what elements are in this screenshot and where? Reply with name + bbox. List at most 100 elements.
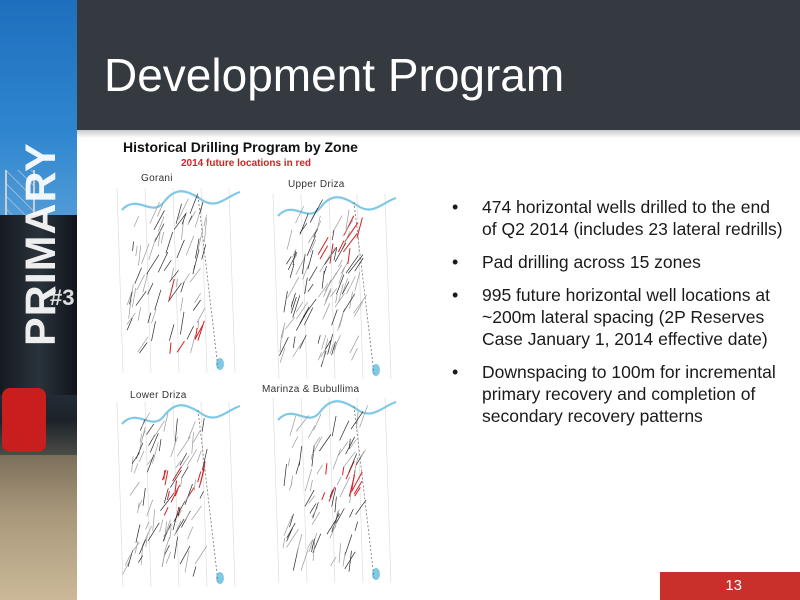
drilled-well-trajectory (160, 231, 165, 244)
drilled-well-trajectory (359, 449, 366, 459)
bullet-list: 474 horizontal wells drilled to the end … (448, 196, 783, 438)
future-well-trajectory (347, 248, 351, 265)
map-upper-driza (258, 194, 398, 379)
header-shadow (77, 130, 800, 138)
drilled-well-trajectory (137, 336, 149, 353)
drilled-well-trajectory (307, 250, 314, 270)
drilled-well-trajectory (158, 439, 162, 452)
panel-label-gorani: Gorani (141, 173, 173, 184)
grid-road (272, 398, 280, 583)
drilled-well-trajectory (280, 322, 286, 338)
future-well-trajectory (317, 236, 329, 255)
drilled-well-trajectory (152, 509, 156, 532)
map-lower-driza (102, 402, 242, 587)
future-well-trajectory (348, 474, 356, 497)
drilled-well-trajectory (165, 551, 172, 564)
drilled-well-trajectory (338, 543, 341, 563)
future-well-trajectory (319, 245, 329, 260)
page-number: 13 (725, 577, 742, 594)
drilled-well-trajectory (338, 441, 349, 456)
drilled-well-trajectory (286, 256, 292, 265)
drilled-well-trajectory (342, 230, 351, 249)
future-well-trajectory (172, 466, 182, 482)
drilled-well-trajectory (331, 309, 338, 326)
drilled-well-trajectory (179, 452, 188, 466)
drilled-well-trajectory (187, 211, 196, 226)
drilled-well-trajectory (344, 551, 356, 570)
bullet-item: Pad drilling across 15 zones (448, 251, 783, 273)
drilled-well-trajectory (359, 405, 368, 428)
grid-road (384, 194, 392, 379)
wellhead-valve-image (2, 388, 46, 452)
drilled-well-trajectory (181, 213, 187, 225)
drilled-well-trajectory (176, 278, 178, 287)
drilled-well-trajectory (307, 425, 316, 439)
well-map-svg (272, 194, 397, 379)
drilled-well-trajectory (339, 476, 351, 498)
drilled-well-trajectory (146, 423, 155, 435)
fault-line (353, 201, 375, 375)
drilled-well-trajectory (339, 420, 350, 441)
drilled-well-trajectory (147, 522, 160, 542)
slide-title: Development Program (104, 49, 565, 101)
well-map-svg (116, 188, 241, 373)
drilled-well-trajectory (199, 491, 204, 499)
drilled-well-trajectory (331, 415, 337, 437)
drilled-well-trajectory (347, 254, 364, 274)
drilled-well-trajectory (139, 427, 146, 450)
drilled-well-trajectory (354, 272, 361, 292)
drilled-well-trajectory (135, 290, 147, 306)
drilled-well-trajectory (348, 453, 358, 474)
drilled-well-trajectory (307, 283, 314, 292)
drilled-well-trajectory (291, 436, 299, 449)
drilled-well-trajectory (151, 309, 157, 324)
drilled-well-trajectory (141, 243, 150, 264)
drilled-well-trajectory (149, 201, 160, 224)
drilled-well-trajectory (146, 499, 154, 517)
drilled-well-trajectory (131, 456, 134, 472)
drilled-well-trajectory (129, 481, 140, 496)
drilled-well-trajectory (316, 464, 323, 475)
panel-label-upper-driza: Upper Driza (288, 179, 345, 190)
drilled-well-trajectory (133, 215, 139, 227)
drilled-well-trajectory (173, 536, 178, 559)
drilled-well-trajectory (290, 475, 294, 487)
drilled-well-trajectory (311, 199, 324, 220)
figure-title: Historical Drilling Program by Zone (123, 139, 358, 155)
drilled-well-trajectory (321, 335, 327, 350)
grid-road (384, 398, 392, 583)
drilled-well-trajectory (286, 229, 293, 250)
drilled-well-trajectory (138, 555, 143, 563)
drilled-well-trajectory (194, 545, 208, 565)
drilled-well-trajectory (330, 288, 338, 297)
drilled-well-trajectory (189, 193, 199, 214)
drilled-well-trajectory (290, 254, 298, 265)
drilled-well-trajectory (330, 556, 337, 566)
page-number-box: 13 (660, 572, 800, 600)
drilled-well-trajectory (189, 268, 201, 283)
drilled-well-trajectory (193, 299, 201, 311)
drilled-well-trajectory (197, 320, 200, 330)
grid-road (116, 402, 124, 587)
drilled-well-trajectory (126, 317, 133, 331)
drilled-well-trajectory (346, 276, 356, 295)
drilled-well-trajectory (342, 220, 354, 237)
grid-road (272, 194, 280, 379)
drilled-well-trajectory (336, 476, 342, 486)
drilled-well-trajectory (154, 289, 162, 311)
bullet-item: 995 future horizontal well locations at … (448, 284, 783, 350)
drilled-well-trajectory (279, 335, 282, 353)
drilled-well-trajectory (344, 534, 353, 557)
bullet-item: 474 horizontal wells drilled to the end … (448, 196, 783, 240)
drilled-well-trajectory (342, 551, 346, 567)
drilled-well-trajectory (295, 415, 309, 432)
drilled-well-trajectory (147, 457, 154, 465)
drilled-well-trajectory (300, 549, 309, 571)
drilled-well-trajectory (351, 348, 358, 361)
drilled-well-trajectory (151, 321, 156, 342)
future-well-trajectory (166, 490, 170, 501)
drilled-well-trajectory (177, 436, 191, 457)
fault-line (197, 195, 219, 369)
drilled-well-trajectory (296, 302, 308, 320)
drilled-well-trajectory (196, 450, 202, 463)
